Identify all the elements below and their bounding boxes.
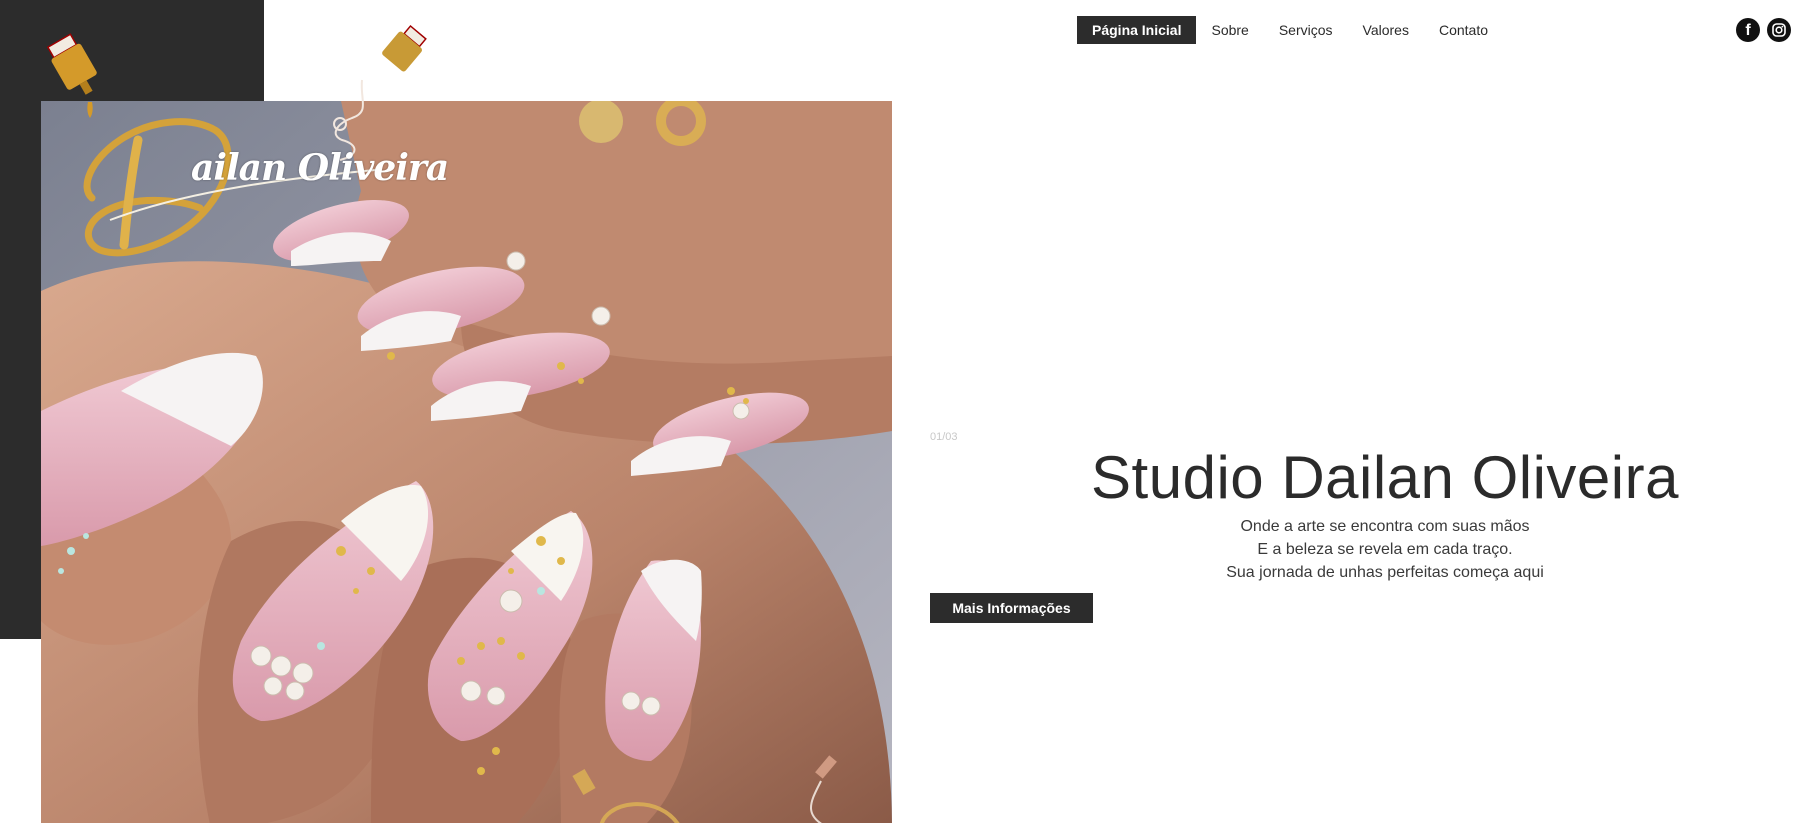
slide-counter: 01/03 (930, 431, 958, 443)
nail-photo-illustration (41, 101, 892, 823)
main-nav: Página Inicial Sobre Serviços Valores Co… (1077, 16, 1503, 44)
hero-nail-photo (41, 101, 892, 823)
nav-item-servicos[interactable]: Serviços (1264, 16, 1348, 44)
nav-item-contato[interactable]: Contato (1424, 16, 1503, 44)
instagram-icon[interactable] (1767, 18, 1791, 42)
more-info-button[interactable]: Mais Informações (930, 593, 1093, 623)
hero-subtitle-line-3: Sua jornada de unhas perfeitas começa aq… (1226, 564, 1544, 581)
hero-subtitle-line-2: E a beleza se revela em cada traço. (1257, 541, 1513, 558)
social-links: f (1736, 18, 1791, 42)
nav-item-valores[interactable]: Valores (1348, 16, 1424, 44)
facebook-icon[interactable]: f (1736, 18, 1760, 42)
hero-title: Studio Dailan Oliveira (1091, 444, 1679, 511)
hero-subtitle-line-1: Onde a arte se encontra com suas mãos (1240, 518, 1530, 535)
page: ailan Oliveira Página Inicial Sobre Serv… (0, 0, 1811, 823)
nav-item-pagina-inicial[interactable]: Página Inicial (1077, 16, 1197, 44)
nav-item-sobre[interactable]: Sobre (1196, 16, 1263, 44)
